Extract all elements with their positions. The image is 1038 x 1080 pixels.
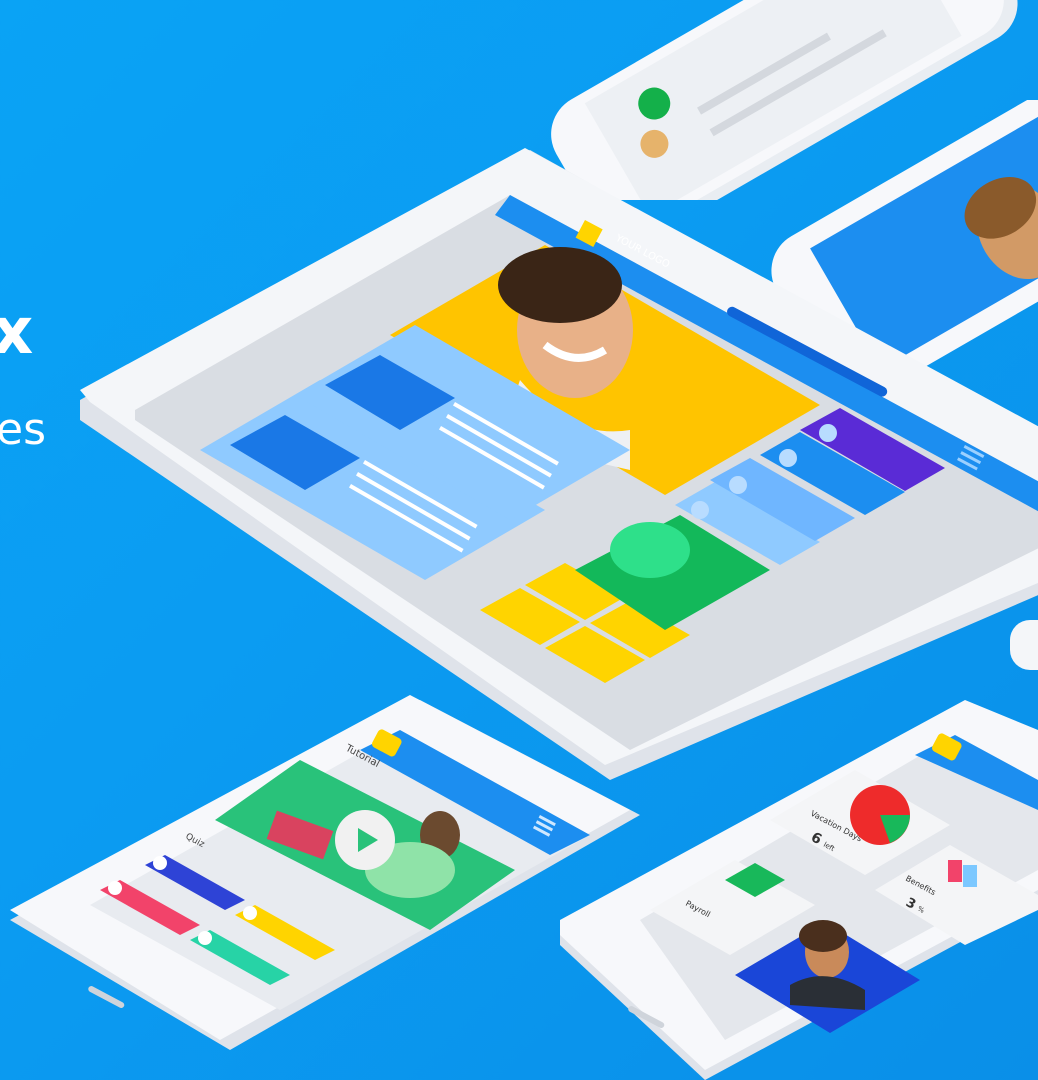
phone-right-mid (1010, 620, 1038, 670)
row-icon (729, 476, 747, 494)
home-button[interactable] (87, 985, 125, 1009)
hero-subtitle-fragment: es (0, 404, 46, 455)
row-icon (779, 449, 797, 467)
row-icon (691, 501, 709, 519)
phone-bottom-left: Tutorial Quiz (10, 695, 640, 1050)
row-icon (819, 424, 837, 442)
phone-bottom-right: Vacation Days 6 left Benefits 3 % Payrol… (560, 700, 1038, 1080)
hero-title-fragment: x (0, 295, 34, 369)
